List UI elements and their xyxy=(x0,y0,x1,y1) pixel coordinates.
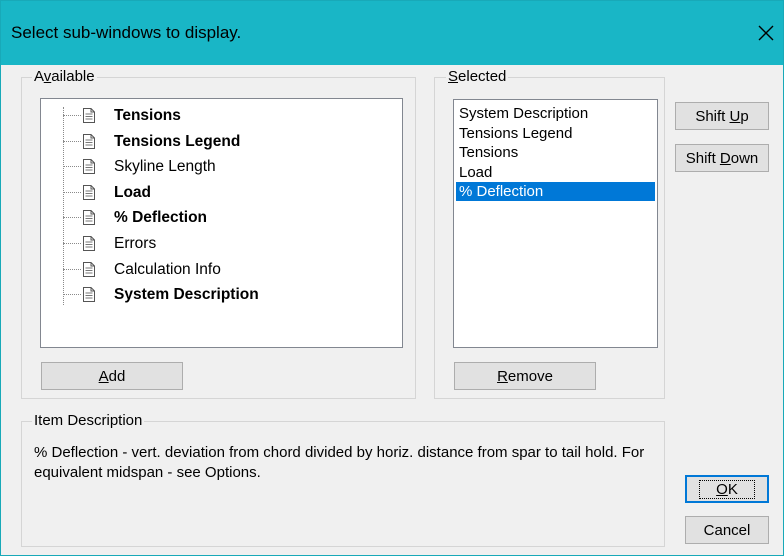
list-item[interactable]: Tensions xyxy=(456,143,655,162)
document-icon xyxy=(83,236,95,251)
tree-item-label: Calculation Info xyxy=(114,260,221,278)
tree-item-label: System Description xyxy=(114,286,259,304)
tree-connector xyxy=(63,294,81,296)
tree-connector xyxy=(63,140,81,143)
item-description-group xyxy=(21,421,665,547)
document-icon xyxy=(83,108,95,123)
selected-group-label: Selected xyxy=(446,68,509,85)
list-item[interactable]: Load xyxy=(456,163,655,182)
document-icon xyxy=(83,159,95,175)
document-icon xyxy=(83,133,95,149)
tree-item-label: Skyline Length xyxy=(114,158,216,176)
remove-button[interactable]: Remove xyxy=(454,362,596,390)
tree-item-label: Load xyxy=(114,183,152,201)
tree-connector xyxy=(63,115,81,117)
available-tree[interactable]: Tensions Tensions Legend Skyline Length Loa… xyxy=(40,98,403,348)
document-icon xyxy=(83,261,95,277)
tree-item[interactable]: Tensions Legend xyxy=(41,129,381,155)
tree-connector xyxy=(63,217,81,219)
tree-connector xyxy=(63,166,81,168)
tree-item[interactable]: Skyline Length xyxy=(41,154,381,180)
dialog-window: Select sub-windows to display. Available… xyxy=(0,0,784,556)
tree-connector xyxy=(63,268,81,271)
cancel-button[interactable]: Cancel xyxy=(685,516,769,544)
tree-item[interactable]: Load xyxy=(41,180,381,206)
document-icon xyxy=(83,287,95,303)
close-button[interactable] xyxy=(749,15,783,51)
tree-item[interactable]: Errors xyxy=(41,231,381,257)
tree-item-label: Tensions Legend xyxy=(114,132,241,150)
list-item[interactable]: % Deflection xyxy=(456,182,655,201)
tree-item[interactable]: Tensions xyxy=(41,103,381,129)
list-item[interactable]: Tensions Legend xyxy=(456,124,655,143)
tree-item-label: % Deflection xyxy=(114,209,208,227)
list-item[interactable]: System Description xyxy=(456,104,655,123)
tree-item-label: Errors xyxy=(114,235,157,252)
add-button[interactable]: Add xyxy=(41,362,183,390)
selected-list[interactable]: System Description Tensions Legend Tension… xyxy=(453,99,658,348)
tree-connector xyxy=(63,243,81,245)
ok-button[interactable]: OK xyxy=(685,475,769,503)
title-bar: Select sub-windows to display. xyxy=(1,1,783,65)
shift-down-button[interactable]: Shift Down xyxy=(675,144,769,172)
shift-up-button[interactable]: Shift Up xyxy=(675,102,769,130)
close-icon xyxy=(758,25,774,41)
tree-item[interactable]: System Description xyxy=(41,282,381,308)
document-icon xyxy=(83,210,95,226)
tree-item[interactable]: % Deflection xyxy=(41,205,381,231)
tree-item[interactable]: Calculation Info xyxy=(41,257,381,283)
tree-item-label: Tensions xyxy=(114,107,181,124)
document-icon xyxy=(83,184,95,200)
tree-connector xyxy=(63,191,81,194)
item-description-text: % Deflection - vert. deviation from chor… xyxy=(34,444,645,481)
item-description-label: Item Description xyxy=(32,412,145,429)
window-title: Select sub-windows to display. xyxy=(11,23,242,42)
available-group-label: Available xyxy=(32,68,97,85)
